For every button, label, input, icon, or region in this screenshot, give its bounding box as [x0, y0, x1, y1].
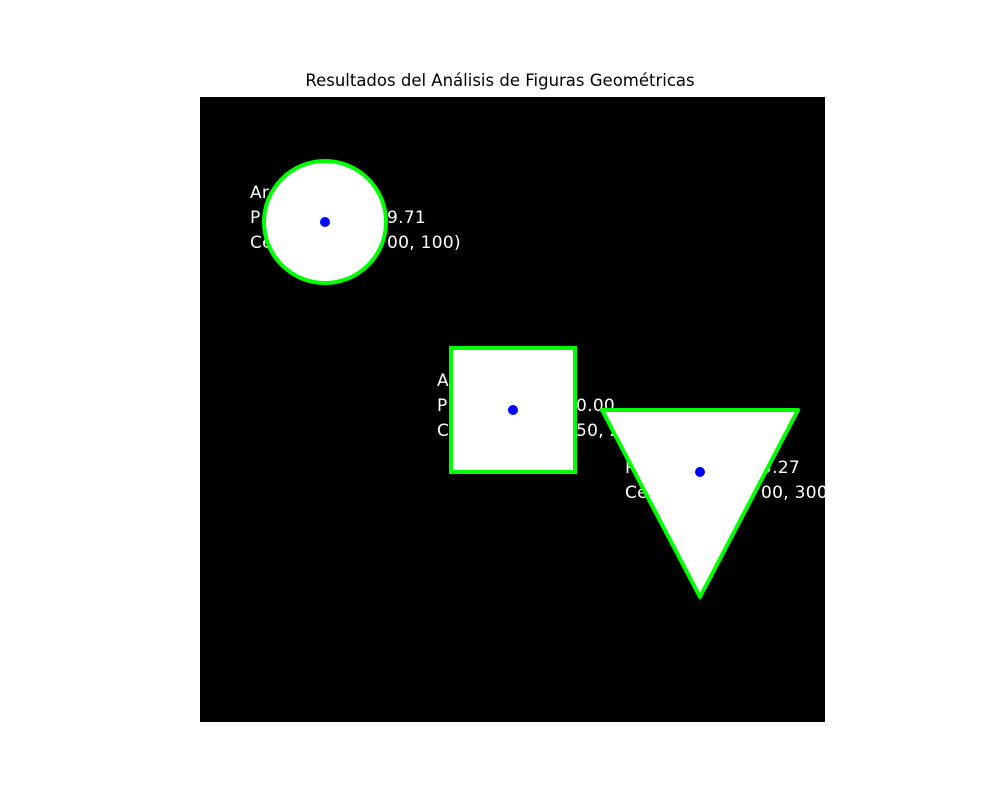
figure-title: Resultados del Análisis de Figuras Geomé…	[305, 71, 695, 90]
circle-centroid-dot	[320, 217, 330, 227]
image-canvas: Ar P 9.71 Ce 00, 100) A P 0.00 C 50, 2 P…	[200, 97, 825, 722]
square-label-centroid-prefix: C	[437, 421, 449, 441]
triangle-label-centroid-value: 00, 300	[761, 483, 825, 503]
square-centroid-dot	[508, 405, 518, 415]
square-label-perimeter-prefix: P	[437, 396, 448, 416]
circle-label-perimeter-prefix: P	[250, 208, 261, 228]
square-label-area: A	[437, 371, 449, 391]
circle-label-centroid-value: 00, 100)	[387, 233, 461, 253]
circle-label-perimeter-value: 9.71	[387, 208, 426, 228]
triangle-centroid-dot	[695, 467, 705, 477]
shapes-svg: Ar P 9.71 Ce 00, 100) A P 0.00 C 50, 2 P…	[200, 97, 825, 722]
